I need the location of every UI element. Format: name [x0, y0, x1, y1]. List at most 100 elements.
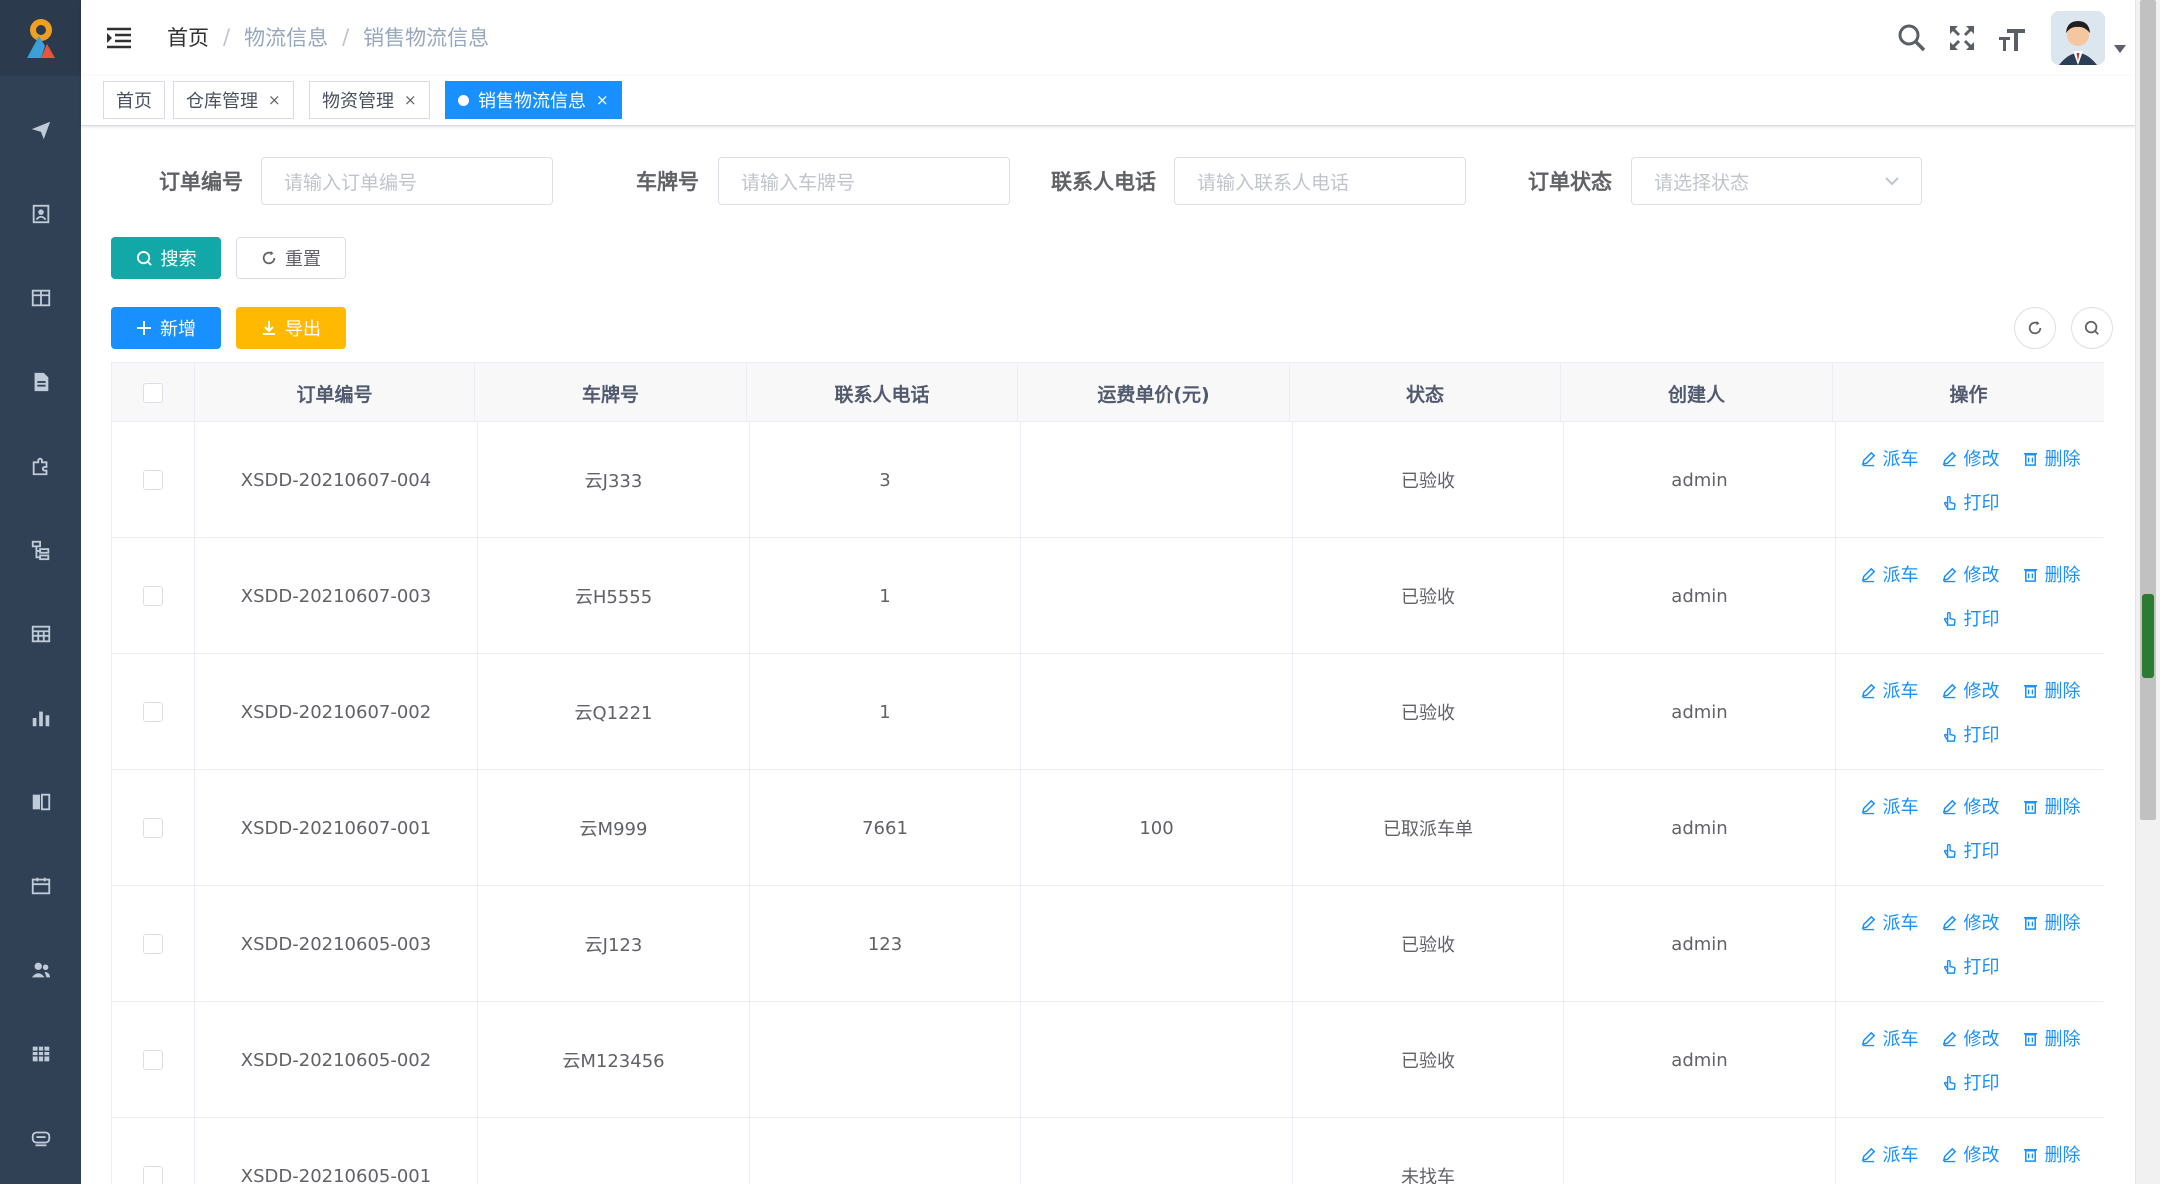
- breadcrumb-current: 销售物流信息: [363, 26, 490, 50]
- dispatch-button[interactable]: 派车: [1860, 445, 1919, 471]
- page-scrollbar[interactable]: [2135, 0, 2160, 1184]
- row-checkbox[interactable]: [143, 702, 163, 722]
- column-header[interactable]: 创建人: [1561, 363, 1833, 423]
- delete-button[interactable]: 删除: [2022, 677, 2081, 703]
- edit-button[interactable]: 修改: [1941, 445, 2000, 471]
- sidebar-item-puzzle[interactable]: [0, 424, 81, 508]
- print-button[interactable]: 打印: [1941, 605, 2000, 631]
- avatar[interactable]: [2051, 11, 2105, 65]
- search-icon[interactable]: [1887, 13, 1937, 63]
- sidebar-item-send[interactable]: [0, 88, 81, 172]
- print-button[interactable]: 打印: [1941, 489, 2000, 515]
- column-header[interactable]: 车牌号: [475, 363, 747, 423]
- dispatch-button[interactable]: 派车: [1860, 1141, 1919, 1167]
- delete-button[interactable]: 删除: [2022, 1141, 2081, 1167]
- print-label: 打印: [1963, 1073, 2000, 1094]
- edit-label: 修改: [1963, 797, 2000, 818]
- print-button[interactable]: 打印: [1941, 721, 2000, 747]
- export-button[interactable]: 导出: [236, 307, 346, 349]
- phone-input[interactable]: 请输入联系人电话: [1174, 157, 1466, 205]
- fullscreen-icon[interactable]: [1937, 13, 1987, 63]
- tag-home[interactable]: 首页: [103, 81, 165, 119]
- delete-button[interactable]: 删除: [2022, 1025, 2081, 1051]
- edit-button[interactable]: 修改: [1941, 561, 2000, 587]
- chevron-down-icon: [1883, 172, 1901, 195]
- search-button-label: 搜索: [160, 249, 197, 270]
- font-size-icon[interactable]: [1987, 13, 2037, 63]
- dispatch-button[interactable]: 派车: [1860, 677, 1919, 703]
- reset-button-label: 重置: [285, 249, 321, 270]
- sidebar-item-users[interactable]: [0, 928, 81, 1012]
- sidebar-item-layout[interactable]: [0, 256, 81, 340]
- sidebar-item-table[interactable]: [0, 592, 81, 676]
- caret-down-icon[interactable]: [2105, 13, 2135, 63]
- main-content: 订单编号 请输入订单编号 车牌号 请输入车牌号 联系人电话 请输入联系人电话 订…: [81, 126, 2135, 1184]
- plate-input[interactable]: 请输入车牌号: [718, 157, 1010, 205]
- delete-button[interactable]: 删除: [2022, 445, 2081, 471]
- hamburger-icon[interactable]: [105, 24, 133, 52]
- search-button[interactable]: 搜索: [111, 237, 221, 279]
- row-checkbox[interactable]: [143, 1050, 163, 1070]
- tag-warehouse[interactable]: 仓库管理 ×: [173, 81, 294, 119]
- sidebar-item-tree[interactable]: [0, 508, 81, 592]
- logo-icon[interactable]: [0, 0, 81, 76]
- column-header[interactable]: 联系人电话: [747, 363, 1018, 423]
- sidebar-item-monitor[interactable]: [0, 1096, 81, 1180]
- row-checkbox[interactable]: [143, 934, 163, 954]
- edit-button[interactable]: 修改: [1941, 909, 2000, 935]
- column-header[interactable]: 状态: [1290, 363, 1561, 423]
- select-cell: [112, 538, 195, 654]
- breadcrumb-home[interactable]: 首页: [167, 22, 209, 52]
- edit-button[interactable]: 修改: [1941, 793, 2000, 819]
- edit-icon: [1860, 1030, 1877, 1047]
- row-checkbox[interactable]: [143, 1166, 163, 1184]
- sidebar-item-book[interactable]: [0, 760, 81, 844]
- close-icon[interactable]: ×: [596, 91, 609, 109]
- dispatch-button[interactable]: 派车: [1860, 561, 1919, 587]
- delete-button[interactable]: 删除: [2022, 561, 2081, 587]
- print-button[interactable]: 打印: [1941, 837, 2000, 863]
- sidebar-item-chart[interactable]: [0, 676, 81, 760]
- print-button[interactable]: 打印: [1941, 953, 2000, 979]
- close-icon[interactable]: ×: [404, 91, 417, 109]
- status-select[interactable]: 请选择状态: [1631, 157, 1922, 205]
- cell-status: 未找车: [1293, 1118, 1564, 1184]
- cell-status: 已取派车单: [1293, 770, 1564, 886]
- edit-label: 修改: [1963, 913, 2000, 934]
- row-checkbox[interactable]: [143, 586, 163, 606]
- close-icon[interactable]: ×: [268, 91, 281, 109]
- hand-pointer-icon: [1941, 494, 1958, 511]
- tag-sales-logistics[interactable]: 销售物流信息 ×: [445, 81, 622, 119]
- column-header[interactable]: 运费单价(元): [1018, 363, 1290, 423]
- delete-button[interactable]: 删除: [2022, 793, 2081, 819]
- refresh-table-button[interactable]: [2014, 307, 2056, 349]
- scrollbar-thumb[interactable]: [2140, 0, 2156, 820]
- trash-icon: [2022, 566, 2039, 583]
- edit-button[interactable]: 修改: [1941, 1025, 2000, 1051]
- column-header[interactable]: 订单编号: [195, 363, 475, 423]
- select-all-checkbox[interactable]: [143, 383, 163, 403]
- active-dot-icon: [458, 94, 469, 106]
- edit-button[interactable]: 修改: [1941, 1141, 2000, 1167]
- cell-plate: 云J123: [478, 886, 750, 1002]
- sidebar-item-document[interactable]: [0, 340, 81, 424]
- row-checkbox[interactable]: [143, 818, 163, 838]
- sidebar-item-contact[interactable]: [0, 172, 81, 256]
- search-icon: [136, 250, 152, 266]
- reset-button[interactable]: 重置: [236, 237, 346, 279]
- sidebar-item-grid[interactable]: [0, 1012, 81, 1096]
- dispatch-button[interactable]: 派车: [1860, 909, 1919, 935]
- print-button[interactable]: 打印: [1941, 1069, 2000, 1095]
- cell-order-no: XSDD-20210607-003: [195, 538, 478, 654]
- delete-button[interactable]: 删除: [2022, 909, 2081, 935]
- order-no-input[interactable]: 请输入订单编号: [261, 157, 553, 205]
- dispatch-button[interactable]: 派车: [1860, 1025, 1919, 1051]
- toggle-search-button[interactable]: [2071, 307, 2113, 349]
- edit-button[interactable]: 修改: [1941, 677, 2000, 703]
- row-checkbox[interactable]: [143, 470, 163, 490]
- sidebar-item-calendar[interactable]: [0, 844, 81, 928]
- search-icon: [2084, 320, 2099, 335]
- tag-materials[interactable]: 物资管理 ×: [309, 81, 430, 119]
- dispatch-button[interactable]: 派车: [1860, 793, 1919, 819]
- add-button[interactable]: 新增: [111, 307, 221, 349]
